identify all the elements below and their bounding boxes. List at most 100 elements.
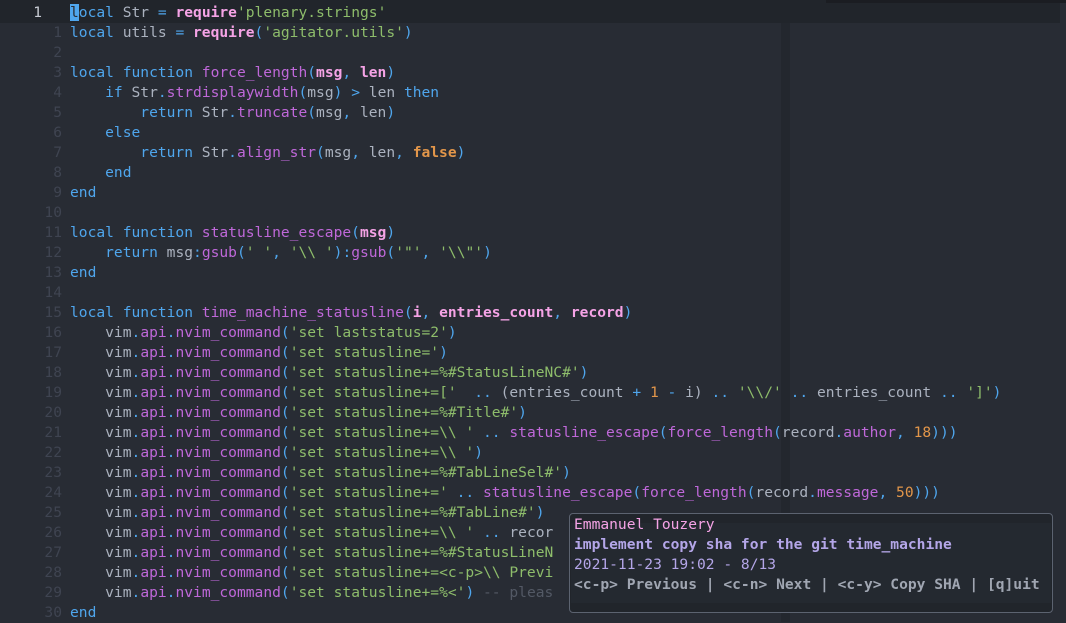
token-param: len [359, 64, 387, 81]
token-fn: force_length [201, 64, 308, 81]
code-line[interactable]: 14 [0, 283, 1066, 303]
token-kw: end [70, 184, 97, 201]
line-number: 2 [53, 44, 62, 61]
token-punc: ) [465, 584, 475, 601]
code-line[interactable]: 13 end [0, 263, 1066, 283]
line-number: 13 [44, 264, 62, 281]
token-punc: ) [562, 464, 571, 481]
token-op: > [351, 84, 369, 101]
token-kw: end [70, 264, 97, 281]
line-number: 22 [44, 444, 62, 461]
code-line[interactable]: 24 vim.api.nvim_command('set statusline+… [0, 483, 1066, 503]
code-line[interactable]: 23 vim.api.nvim_command('set statusline+… [0, 463, 1066, 483]
token-op: - [667, 384, 686, 401]
token-str: 'set statusline+=' [289, 484, 448, 501]
token-id: (entries_count [491, 384, 633, 401]
code-line[interactable]: 1 local utils = require('agitator.utils') [0, 23, 1066, 43]
code-line[interactable]: 15 local function time_machine_statusline… [0, 303, 1066, 323]
line-number: 5 [53, 104, 62, 121]
line-number: 11 [44, 224, 62, 241]
token-id: vim [70, 524, 132, 541]
token-fn: nvim_command [175, 404, 281, 421]
token-fn: truncate [236, 104, 308, 121]
code-line-current[interactable]: 1 local Str = require'plenary.strings' [0, 3, 1066, 23]
code-line[interactable]: 19 vim.api.nvim_command('set statusline+… [0, 383, 1066, 403]
code-line[interactable]: 11 local function statusline_escape(msg) [0, 223, 1066, 243]
token-str: 'set statusline+=\\ ' [289, 424, 475, 441]
token-punc: ) [518, 404, 527, 421]
line-number: 12 [44, 244, 62, 261]
line-number: 24 [44, 484, 62, 501]
code-line[interactable]: 21 vim.api.nvim_command('set statusline+… [0, 423, 1066, 443]
token-fn: nvim_command [175, 464, 281, 481]
line-code: vim.api.nvim_command('set statusline+=%#… [70, 543, 553, 563]
token-punc: , [421, 244, 440, 261]
token-op: .. [939, 384, 967, 401]
code-line[interactable]: 18 vim.api.nvim_command('set statusline+… [0, 363, 1066, 383]
line-code: local function statusline_escape(msg) [70, 223, 395, 243]
code-line[interactable]: 7 return Str.align_str(msg, len, false) [0, 143, 1066, 163]
token-id: vim [70, 324, 132, 341]
line-code: return Str.truncate(msg, len) [70, 103, 395, 123]
token-id: entries_count [816, 384, 940, 401]
code-line[interactable]: 9 end [0, 183, 1066, 203]
code-line[interactable]: 22 vim.api.nvim_command('set statusline+… [0, 443, 1066, 463]
token-punc: ) [579, 364, 589, 381]
line-code: vim.api.nvim_command('set statusline+=%#… [70, 503, 545, 523]
code-line[interactable]: 10 [0, 203, 1066, 223]
token-punc: , [896, 424, 914, 441]
token-punc: , [395, 144, 413, 161]
token-id: Str [131, 84, 158, 101]
token-punc: . [131, 484, 141, 501]
token-punc: ( [280, 424, 290, 441]
code-line[interactable]: 16 vim.api.nvim_command('set laststatus=… [0, 323, 1066, 343]
token-id: vim [70, 584, 132, 601]
token-id: vim [70, 364, 132, 381]
token-op: .. [447, 484, 484, 501]
token-punc: . [131, 324, 141, 341]
token-punc: ( [280, 484, 290, 501]
token-str: ']' [966, 384, 993, 401]
code-line[interactable]: 5 return Str.truncate(msg, len) [0, 103, 1066, 123]
token-punc: . [131, 584, 141, 601]
token-req: require [175, 4, 237, 21]
line-number: 16 [44, 324, 62, 341]
token-num: 18 [913, 424, 932, 441]
token-punc: : [342, 244, 352, 261]
line-code: local function time_machine_statusline(i… [70, 303, 632, 323]
token-kw: if [70, 84, 132, 101]
token-punc: , [421, 304, 440, 321]
code-line[interactable]: 2 [0, 43, 1066, 63]
line-number: 9 [53, 184, 62, 201]
code-line[interactable]: 3 local function force_length(msg, len) [0, 63, 1066, 83]
token-op: = [175, 24, 194, 41]
token-fn: api [140, 544, 167, 561]
text-cursor: l [70, 4, 79, 21]
token-punc: ( [632, 484, 642, 501]
code-line[interactable]: 6 else [0, 123, 1066, 143]
line-code: local utils = require('agitator.utils') [70, 23, 413, 43]
code-line[interactable]: 12 return msg:gsub(' ', '\\ '):gsub('"',… [0, 243, 1066, 263]
code-line[interactable]: 8 end [0, 163, 1066, 183]
token-op: + [632, 384, 650, 401]
line-number: 27 [44, 544, 62, 561]
token-id: vim [70, 484, 132, 501]
code-line[interactable]: 4 if Str.strdisplaywidth(msg) > len then [0, 83, 1066, 103]
token-str: '\\ ' [289, 244, 334, 261]
token-kw: local function [70, 224, 202, 241]
token-kw: end [70, 164, 132, 181]
token-punc: ( [386, 244, 396, 261]
line-number: 19 [44, 384, 62, 401]
token-id: vim [70, 344, 132, 361]
code-line[interactable]: 20 vim.api.nvim_command('set statusline+… [0, 403, 1066, 423]
line-number: 26 [44, 524, 62, 541]
line-number: 1 [33, 4, 42, 21]
token-fn: statusline_escape [201, 224, 352, 241]
line-number: 3 [53, 64, 62, 81]
token-punc: ( [280, 504, 290, 521]
token-punc: . [131, 504, 141, 521]
line-code: vim.api.nvim_command('set statusline+=\\… [70, 423, 957, 443]
code-line[interactable]: 17 vim.api.nvim_command('set statusline=… [0, 343, 1066, 363]
token-str: 'set statusline+=<c-p>\\ Previ [289, 564, 554, 581]
token-punc: ) [535, 504, 545, 521]
